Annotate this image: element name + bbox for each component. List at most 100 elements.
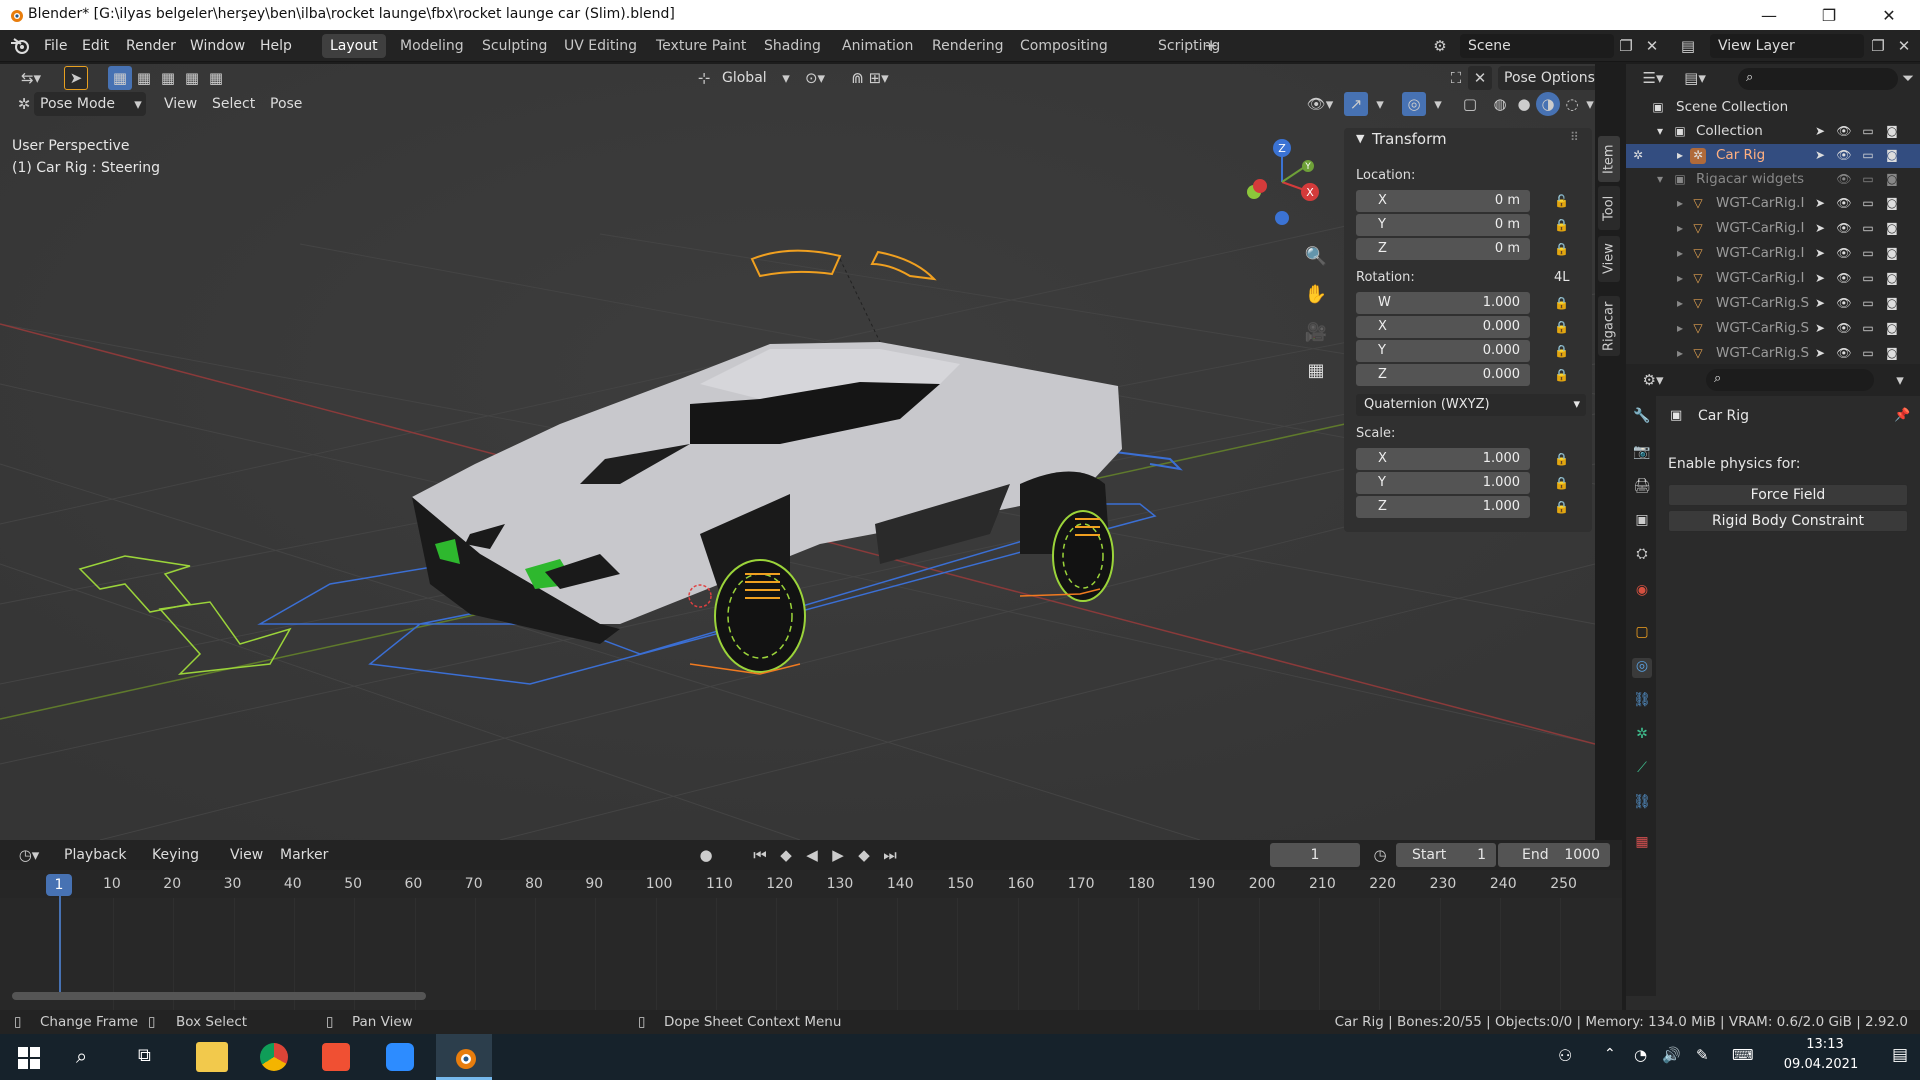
lock-icon[interactable]: 🔒 (1554, 476, 1569, 490)
timeline-menu-keying[interactable]: Keying (146, 843, 205, 867)
start-frame-field[interactable]: Start 1 (1396, 843, 1496, 867)
tab-shading[interactable]: Shading (756, 34, 829, 58)
tab-layout[interactable]: Layout (322, 34, 386, 58)
bone-constraint-icon[interactable]: ⛓ (1632, 794, 1652, 814)
jump-start-icon[interactable]: ⏮ (748, 843, 772, 867)
eye-icon[interactable]: 👁 (1836, 321, 1852, 337)
outliner-row-widget[interactable]: ▸ ▽ WGT-CarRig.I ➤ 👁 ▭ ◙ (1626, 217, 1920, 241)
select-mode-extend-icon[interactable]: ▦ (132, 66, 156, 90)
eye-icon[interactable]: 👁 (1836, 124, 1852, 140)
select-mode-invert-icon[interactable]: ▦ (180, 66, 204, 90)
tab-item[interactable]: Item (1598, 136, 1620, 182)
eye-icon[interactable]: 👁 (1836, 172, 1852, 188)
delete-scene-icon[interactable]: ✕ (1640, 34, 1664, 58)
outliner-row-widget[interactable]: ▸ ▽ WGT-CarRig.I ➤ 👁 ▭ ◙ (1626, 267, 1920, 291)
camera-icon[interactable]: ◙ (1884, 296, 1900, 312)
material-shading-icon[interactable]: ◑ (1536, 92, 1560, 116)
object-icon[interactable]: ▢ (1632, 624, 1652, 644)
location-x-field[interactable]: X0 m (1356, 190, 1530, 212)
x-mirror-icon[interactable]: ✕ (1468, 66, 1492, 90)
camera-icon[interactable]: ◙ (1884, 196, 1900, 212)
viewport-menu-pose[interactable]: Pose (264, 92, 308, 116)
rear-wheel-widget[interactable] (1052, 510, 1114, 602)
people-icon[interactable]: ⚇ (1558, 1046, 1572, 1065)
horizontal-scrollbar[interactable] (12, 992, 426, 1000)
timeline-editor-type-icon[interactable]: ◷▾ (12, 843, 46, 867)
scene-field[interactable]: Scene (1460, 34, 1614, 58)
select-arrow-icon[interactable]: ➤ (1812, 271, 1828, 287)
front-wheel-widget[interactable] (714, 559, 806, 673)
menu-window[interactable]: Window (184, 30, 251, 62)
select-arrow-icon[interactable]: ➤ (1812, 296, 1828, 312)
jump-keyframe-forward-icon[interactable]: ◆ (852, 843, 876, 867)
select-tool-icon[interactable]: ➤ (64, 66, 88, 90)
transform-gizmo-icon[interactable]: ⛶ (1444, 66, 1468, 90)
file-explorer-icon[interactable] (196, 1042, 228, 1072)
pan-hand-icon[interactable]: ✋ (1300, 278, 1332, 310)
select-mode-new-icon[interactable]: ▦ (108, 66, 132, 90)
tab-animation[interactable]: Animation (834, 34, 921, 58)
properties-search-input[interactable]: ⌕ (1706, 369, 1874, 391)
select-arrow-icon[interactable]: ➤ (1812, 321, 1828, 337)
select-arrow-icon[interactable]: ➤ (1812, 196, 1828, 212)
rotation-y-field[interactable]: Y 0.000 (1356, 340, 1530, 362)
end-frame-field[interactable]: End 1000 (1498, 843, 1610, 867)
playhead[interactable]: 1 (46, 874, 72, 896)
monitor-icon[interactable]: ▭ (1860, 221, 1876, 237)
menu-render[interactable]: Render (120, 30, 182, 62)
clock-icon[interactable]: ◷ (1368, 843, 1392, 867)
snapping-icon[interactable]: ⋒ ⊞▾ (840, 66, 900, 90)
expand-icon[interactable]: ▸ (1672, 271, 1688, 287)
pin-icon[interactable]: 📌 (1894, 408, 1910, 423)
chevron-up-icon[interactable]: ⌃ (1604, 1046, 1616, 1062)
outliner-row-widget[interactable]: ▸ ▽ WGT-CarRig.S ➤ 👁 ▭ ◙ (1626, 342, 1920, 366)
jump-end-icon[interactable]: ⏭ (878, 843, 902, 867)
camera-icon[interactable]: ◙ (1884, 221, 1900, 237)
drag-handle-icon[interactable]: ⠿ (1570, 130, 1579, 144)
volume-icon[interactable]: 🔊 (1662, 1046, 1681, 1064)
lock-icon[interactable]: 🔒 (1554, 344, 1569, 358)
camera-icon[interactable]: ◙ (1884, 148, 1900, 164)
menu-help[interactable]: Help (254, 30, 298, 62)
tool-icon[interactable]: 🔧 (1632, 408, 1652, 428)
lock-icon[interactable]: 🔒 (1554, 218, 1569, 232)
outliner-row-rigacar-widgets[interactable]: ▾ ▣ Rigacar widgets 👁 ▭ ◙ (1626, 168, 1920, 192)
menu-edit[interactable]: Edit (76, 30, 115, 62)
play-icon[interactable]: ▶ (826, 843, 850, 867)
rigid-body-constraint-button[interactable]: Rigid Body Constraint (1668, 510, 1908, 532)
outliner-editor-type-icon[interactable]: ☰▾ (1636, 66, 1670, 90)
view-layer-browse-icon[interactable]: ▤ (1676, 34, 1700, 58)
rotation-mode-dropdown[interactable]: Quaternion (WXYZ) ▾ (1356, 394, 1586, 416)
chevron-down-icon[interactable]: ▾ (1888, 368, 1912, 392)
chevron-down-icon[interactable]: ▾ (1584, 92, 1595, 116)
expand-icon[interactable]: ▸ (1672, 221, 1688, 237)
camera-icon[interactable]: ◙ (1884, 346, 1900, 362)
expand-icon[interactable]: ▸ (1672, 321, 1688, 337)
monitor-icon[interactable]: ▭ (1860, 172, 1876, 188)
chevron-down-icon[interactable]: ▾ (1426, 92, 1450, 116)
tab-rendering[interactable]: Rendering (924, 34, 1012, 58)
outliner-row-scene-collection[interactable]: ▣ Scene Collection (1626, 96, 1920, 120)
eye-icon[interactable]: 👁 (1836, 271, 1852, 287)
transform-panel-header[interactable]: Transform (1372, 130, 1447, 148)
outliner-search-input[interactable]: ⌕ (1738, 68, 1898, 90)
scale-z-field[interactable]: Z 1.000 (1356, 496, 1530, 518)
select-arrow-icon[interactable]: ➤ (1812, 246, 1828, 262)
gizmo-toggle-icon[interactable]: ↗ (1344, 92, 1368, 116)
tab-tool[interactable]: Tool (1598, 186, 1620, 230)
object-constraint-icon[interactable]: ⛓ (1632, 692, 1652, 712)
tab-texture-paint[interactable]: Texture Paint (648, 34, 754, 58)
select-arrow-icon[interactable]: ➤ (1812, 124, 1828, 140)
monitor-icon[interactable]: ▭ (1860, 296, 1876, 312)
outliner-row-car-rig[interactable]: ✲ ▸ ✲ Car Rig ➤ 👁 ▭ ◙ (1626, 144, 1920, 168)
select-mode-intersect-icon[interactable]: ▦ (204, 66, 228, 90)
tab-view[interactable]: View (1598, 236, 1620, 282)
bone-icon[interactable]: ⟋ (1632, 760, 1652, 780)
camera-icon[interactable]: ◙ (1884, 271, 1900, 287)
timeline-menu-view[interactable]: View (224, 843, 269, 867)
select-arrow-icon[interactable]: ➤ (1812, 221, 1828, 237)
monitor-icon[interactable]: ▭ (1860, 196, 1876, 212)
properties-editor-type-icon[interactable]: ⚙▾ (1636, 368, 1670, 392)
pose-options-dropdown[interactable]: Pose Options (1498, 66, 1595, 90)
record-icon[interactable]: ● (694, 843, 718, 867)
